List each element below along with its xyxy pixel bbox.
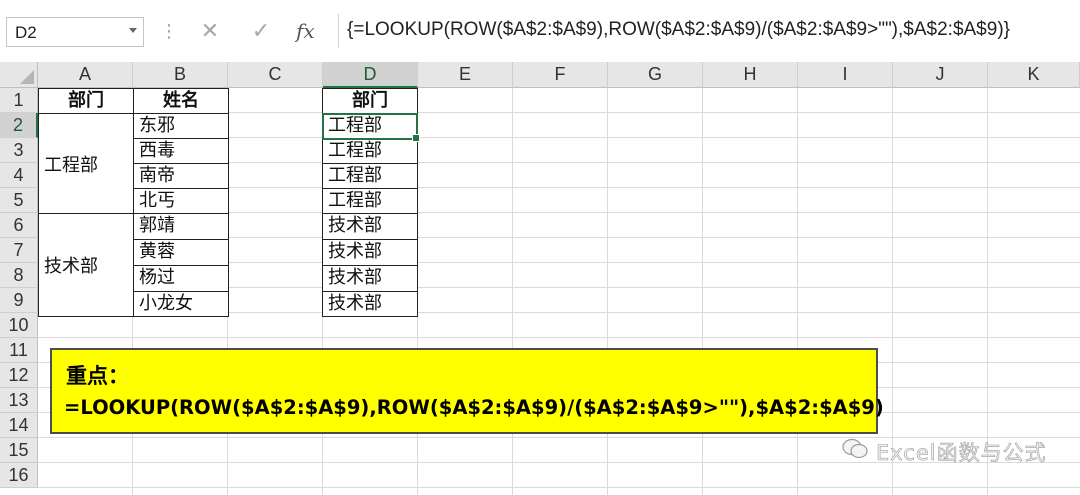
column-header-a[interactable]: A — [38, 62, 133, 88]
row-header-5[interactable]: 5 — [0, 188, 38, 213]
name-cell[interactable]: 郭靖 — [133, 213, 229, 240]
row-header-9[interactable]: 9 — [0, 288, 38, 313]
chat-bubble-icon — [842, 438, 868, 459]
watermark: Excel函数与公式 — [842, 434, 1074, 468]
formula-text: {=LOOKUP(ROW($A$2:$A$9),ROW($A$2:$A$9)/(… — [347, 19, 1010, 40]
name-cell[interactable]: 北丐 — [133, 188, 229, 214]
column-header-j[interactable]: J — [893, 62, 988, 88]
highlight-note-box[interactable]: 重点： =LOOKUP(ROW($A$2:$A$9),ROW($A$2:$A$9… — [50, 348, 884, 434]
name-cell[interactable]: 黄蓉 — [133, 239, 229, 266]
enter-icon[interactable]: ✓ — [246, 16, 276, 46]
row-header-14[interactable]: 14 — [0, 413, 38, 438]
column-header-g[interactable]: G — [608, 62, 703, 88]
column-header-k[interactable]: K — [988, 62, 1080, 88]
header-cell-name[interactable]: 姓名 — [133, 88, 229, 114]
note-formula: =LOOKUP(ROW($A$2:$A$9),ROW($A$2:$A$9)/($… — [64, 396, 884, 419]
name-cell[interactable]: 西毒 — [133, 138, 229, 164]
column-header-c[interactable]: C — [228, 62, 323, 88]
row-header-6[interactable]: 6 — [0, 213, 38, 238]
row-header-2[interactable]: 2 — [0, 113, 38, 138]
formula-bar: D2 ⋮ ✕ ✓ fx {=LOOKUP(ROW($A$2:$A$9),ROW(… — [0, 0, 1080, 63]
column-header-d[interactable]: D — [323, 62, 418, 88]
merged-cell-dept[interactable]: 技术部 — [38, 213, 134, 317]
insert-function-icon[interactable]: fx — [296, 16, 315, 46]
name-cell[interactable]: 东邪 — [133, 113, 229, 139]
column-header-f[interactable]: F — [513, 62, 608, 88]
more-icon[interactable]: ⋮ — [160, 18, 178, 44]
column-header-b[interactable]: B — [133, 62, 228, 88]
row-header-12[interactable]: 12 — [0, 363, 38, 388]
result-cell[interactable]: 工程部 — [322, 138, 418, 164]
column-header-h[interactable]: H — [703, 62, 798, 88]
chevron-down-icon[interactable] — [129, 28, 137, 33]
formula-input[interactable]: {=LOOKUP(ROW($A$2:$A$9),ROW($A$2:$A$9)/(… — [338, 14, 1080, 48]
merged-cell-dept[interactable]: 工程部 — [38, 113, 134, 214]
row-header-3[interactable]: 3 — [0, 138, 38, 163]
row-header-10[interactable]: 10 — [0, 313, 38, 338]
header-cell-dept[interactable]: 部门 — [38, 88, 134, 114]
column-header-i[interactable]: I — [798, 62, 893, 88]
name-box-value: D2 — [15, 23, 37, 42]
row-header-4[interactable]: 4 — [0, 163, 38, 188]
name-cell[interactable]: 杨过 — [133, 265, 229, 292]
result-cell[interactable]: 技术部 — [322, 239, 418, 266]
cancel-icon[interactable]: ✕ — [195, 16, 225, 46]
name-cell[interactable]: 小龙女 — [133, 291, 229, 317]
row-header-15[interactable]: 15 — [0, 438, 38, 463]
name-cell[interactable]: 南帝 — [133, 163, 229, 189]
watermark-text: Excel函数与公式 — [876, 441, 1047, 466]
result-cell[interactable]: 技术部 — [322, 291, 418, 317]
result-cell[interactable]: 技术部 — [322, 265, 418, 292]
row-header-7[interactable]: 7 — [0, 238, 38, 263]
note-title: 重点： — [66, 364, 129, 388]
column-header-e[interactable]: E — [418, 62, 513, 88]
result-cell[interactable]: 工程部 — [322, 188, 418, 214]
row-header-11[interactable]: 11 — [0, 338, 38, 363]
row-header-16[interactable]: 16 — [0, 463, 38, 488]
result-cell[interactable]: 工程部 — [322, 163, 418, 189]
dept-label: 工程部 — [44, 154, 98, 176]
active-cell-outline[interactable] — [322, 113, 420, 142]
row-header-1[interactable]: 1 — [0, 88, 38, 113]
header-cell-dept-result[interactable]: 部门 — [322, 88, 418, 114]
row-header-13[interactable]: 13 — [0, 388, 38, 413]
row-header-8[interactable]: 8 — [0, 263, 38, 288]
name-box[interactable]: D2 — [6, 17, 144, 47]
select-all-button[interactable] — [0, 62, 38, 88]
dept-label: 技术部 — [44, 256, 98, 277]
result-cell[interactable]: 技术部 — [322, 213, 418, 240]
